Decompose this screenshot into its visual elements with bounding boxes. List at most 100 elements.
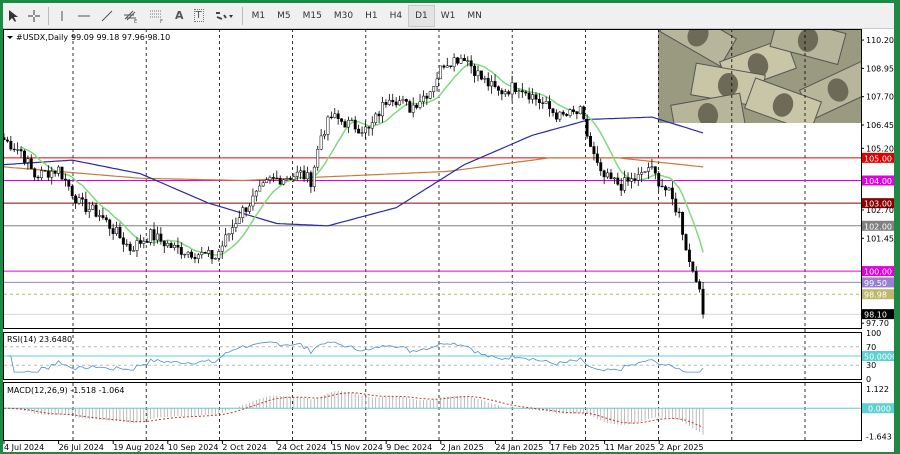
ma-slow-line [3,116,704,227]
candle-body [323,134,326,137]
candle-body [152,229,156,241]
candle-body [248,205,251,212]
date-axis-label: 19 Aug 2024 [113,443,164,452]
candle-body [166,243,170,247]
candle-body [244,207,248,212]
channel-tool[interactable]: F [144,5,170,27]
candle-body [261,182,265,187]
candle-body [483,78,487,80]
candle-body [254,190,258,197]
candle-body [5,139,9,142]
candle-body [595,153,599,163]
timeframe-m1[interactable]: M1 [246,5,272,27]
candle-body [210,250,214,260]
candle-body [265,179,269,183]
candle-body [592,146,596,155]
candle-body [459,58,463,64]
candle-body [237,217,241,224]
candle-body [561,111,565,115]
timeframe-m5[interactable]: M5 [271,5,297,27]
candle-body [19,149,23,152]
candle-body [452,57,456,67]
candle-body [63,178,67,181]
candle-body [108,219,112,229]
dollar-banknotes-image [658,29,861,123]
candle-body [193,257,197,259]
candle-body [91,204,95,210]
candle-body [401,99,405,102]
candle-body [612,177,616,180]
price-axis-label: 110.20 [866,36,894,45]
candle-body [326,116,330,135]
candle-body [80,197,84,200]
candle-body [582,106,586,120]
candle-body [53,170,57,174]
candle-body [33,168,37,178]
candle-body [674,198,678,213]
price-axis-label: 105.20 [866,144,894,153]
text-label-tool[interactable]: T [189,5,209,27]
candle-body [694,270,698,282]
timeframe-w1[interactable]: W1 [435,5,462,27]
price-axis-label: 107.70 [866,93,894,102]
price-chart[interactable]: 105.00104.00103.00102.00100.0099.5098.98… [3,29,894,452]
date-axis-label: 17 Feb 2025 [550,443,600,452]
candle-body [510,82,514,95]
candle-body [687,249,691,262]
fibonacci-tool[interactable]: E [118,5,144,27]
candle-body [537,99,541,103]
candle-body [364,126,367,133]
candle-body [111,228,115,234]
candle-body [302,170,306,180]
timeframe-m15[interactable]: M15 [297,5,328,27]
candle-body [657,172,661,187]
candle-body [271,177,275,179]
timeframe-m30[interactable]: M30 [328,5,359,27]
candles [3,53,705,319]
macd-pane-border [3,382,862,441]
candle-body [357,128,361,134]
horizontal-line-tool[interactable] [72,5,96,27]
level-price-label: 99.50 [864,279,887,288]
candle-body [541,102,545,104]
candle-body [329,116,333,119]
vertical-line-tool[interactable] [52,5,72,27]
rsi-level-label: 50.0000 [864,353,894,362]
candle-body [316,148,320,168]
candle-body [217,251,221,259]
candle-body [599,162,603,172]
channel-icon: F [150,10,163,23]
shapes-tool[interactable] [209,5,239,27]
candle-body [534,94,538,100]
date-axis-label: 9 Dec 2024 [386,443,432,452]
candle-body [162,240,166,247]
candle-body [309,172,313,187]
timeframe-h4[interactable]: H4 [384,5,409,27]
candle-body [87,209,91,212]
date-axis-label: 2 Oct 2024 [222,443,266,452]
candle-body [128,243,132,251]
date-axis-label: 24 Oct 2024 [277,443,326,452]
trendline-tool[interactable] [96,5,118,27]
candle-body [476,70,480,76]
candle-body [490,81,494,87]
candle-body [616,177,620,185]
candle-body [660,185,664,188]
text-tool[interactable]: A [170,5,189,27]
timeframe-d1[interactable]: D1 [408,4,435,27]
candle-body [200,251,204,256]
crosshair-tool[interactable] [23,5,45,27]
timeframe-mn[interactable]: MN [461,5,488,27]
candle-body [118,227,122,239]
cursor-tool[interactable] [3,5,23,27]
macd-histogram [7,390,704,435]
candle-body [418,101,422,108]
candle-body [135,240,139,251]
candle-body [667,187,671,191]
candle-body [149,229,153,243]
level-price-label: 98.98 [864,291,887,300]
timeframe-h1[interactable]: H1 [359,5,384,27]
macd-title: MACD(12,26,9) -1.518 -1.064 [7,386,124,395]
candle-body [432,86,436,92]
candle-body [23,150,26,163]
